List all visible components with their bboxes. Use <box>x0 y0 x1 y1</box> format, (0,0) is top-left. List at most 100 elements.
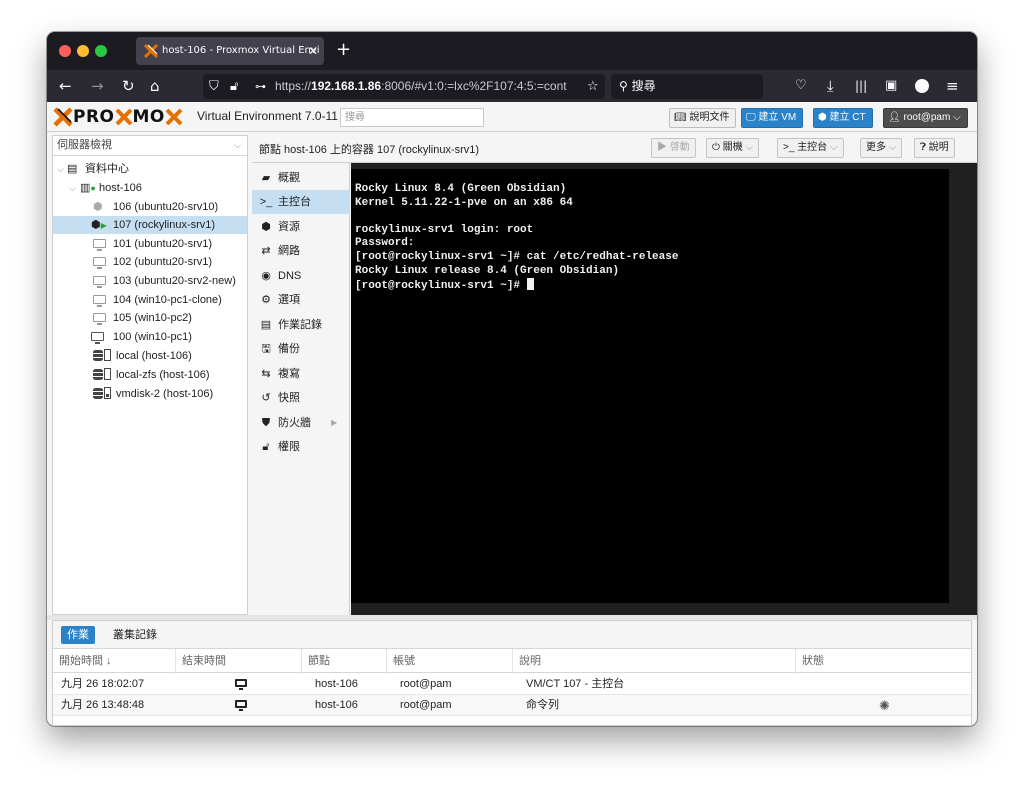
tree-item-storage-vmdisk-2[interactable]: vmdisk-2 (host-106) <box>53 385 247 403</box>
resource-tree: 伺服器檢視 ⌵ ⌵ ▤ 資料中心 ⌵ ▥● host-106 ⬢ 106 (ub… <box>52 135 248 615</box>
menu-item-permissions[interactable]: 🔓︎ 權限 <box>252 435 350 459</box>
chevron-down-icon: ⌵ <box>745 142 754 153</box>
tree-item-vm-100[interactable]: 100 (win10-pc1) <box>53 328 247 346</box>
tree-item-datacenter[interactable]: ⌵ ▤ 資料中心 <box>53 160 247 178</box>
server-online-icon: ▥● <box>80 182 96 194</box>
tab-tasks[interactable]: 作業 <box>61 626 95 644</box>
table-row[interactable]: 九月 26 13:48:48 host-106 root@pam 命令列 ✺ <box>53 695 971 716</box>
logo-text-mo: MO <box>132 107 165 127</box>
terminal-icon: >_ <box>259 196 273 208</box>
shield-icon: ⛊ <box>261 417 271 429</box>
menu-item-backup[interactable]: 🖫︎ 備份 <box>252 337 350 361</box>
menu-item-replication[interactable]: ⇆ 複寫 <box>252 362 350 386</box>
reload-icon[interactable]: ↻ <box>122 75 135 97</box>
start-button[interactable]: ▶ 啓動 <box>651 138 696 158</box>
console-terminal[interactable]: Rocky Linux 8.4 (Green Obsidian) Kernel 5… <box>351 169 949 603</box>
col-status[interactable]: 狀態 <box>796 649 971 673</box>
col-description[interactable]: 說明 <box>513 649 796 673</box>
vm-stopped-icon <box>93 272 106 290</box>
spinner-icon: ✺ <box>879 698 890 713</box>
close-window-button[interactable] <box>59 45 71 57</box>
forward-arrow-icon[interactable]: → <box>91 75 104 97</box>
view-selector[interactable]: 伺服器檢視 ⌵ <box>53 136 247 156</box>
storage-icon <box>93 385 111 403</box>
proxmox-logo: PRO MO <box>53 106 183 128</box>
shield-icon[interactable]: ⛉ <box>209 74 219 99</box>
book-icon: 📖︎ <box>674 112 690 123</box>
new-tab-button[interactable]: + <box>336 38 351 62</box>
console-button[interactable]: >_ 主控台 ⌵ <box>777 138 844 158</box>
menu-item-resources[interactable]: ⬢ 資源 <box>252 215 350 239</box>
url-text[interactable]: https://192.168.1.86:8006/#v1:0:=lxc%2F1… <box>275 74 575 99</box>
col-node[interactable]: 節點 <box>302 649 387 673</box>
help-button[interactable]: ❓︎ 說明 <box>914 138 955 158</box>
maximize-window-button[interactable] <box>95 45 107 57</box>
key-icon[interactable]: ⊶ <box>255 74 266 99</box>
tree-item-storage-local-zfs[interactable]: local-zfs (host-106) <box>53 366 247 384</box>
col-end-time[interactable]: 結束時間 <box>176 649 302 673</box>
chevron-down-icon: ⌵ <box>953 112 961 123</box>
terminal-line: Password: <box>355 237 415 250</box>
table-row[interactable]: 九月 26 18:02:07 host-106 root@pam VM/CT 1… <box>53 674 971 695</box>
menu-icon[interactable]: ≡ <box>946 75 959 97</box>
library-icon[interactable]: ||| <box>855 75 867 97</box>
search-icon: ⚲ <box>619 79 632 93</box>
book-icon: ▰ <box>261 172 271 184</box>
desktop-icon: 🖵︎ <box>746 112 759 123</box>
task-description: 命令列 <box>526 699 559 711</box>
docs-button[interactable]: 📖︎ 說明文件 <box>669 108 737 128</box>
logo-x-mid-icon <box>115 108 132 126</box>
create-vm-button[interactable]: 🖵︎ 建立 VM <box>741 108 804 128</box>
shutdown-button[interactable]: ⏻ 關機 ⌵ <box>706 138 760 158</box>
create-ct-button[interactable]: ⬢ 建立 CT <box>813 108 873 128</box>
tree-item-node[interactable]: ⌵ ▥● host-106 <box>53 179 247 197</box>
vm-template-icon <box>91 328 104 346</box>
task-description: VM/CT 107 - 主控台 <box>526 678 625 690</box>
account-icon[interactable] <box>915 79 929 93</box>
menu-item-snapshots[interactable]: ↺ 快照 <box>252 386 350 410</box>
menu-item-summary[interactable]: ▰ 概觀 <box>252 166 350 190</box>
tree-item-storage-local[interactable]: local (host-106) <box>53 347 247 365</box>
user-menu-button[interactable]: 👤︎ root@pam ⌵ <box>883 108 968 128</box>
tab-close-icon[interactable]: ✕ <box>308 37 318 65</box>
back-arrow-icon[interactable]: ← <box>59 75 72 97</box>
tree-item-vm-105[interactable]: 105 (win10-pc2) <box>53 309 247 327</box>
minimize-window-button[interactable] <box>77 45 89 57</box>
col-start-time[interactable]: 開始時間 ↓ <box>53 649 176 673</box>
header-search-input[interactable]: 搜尋 <box>340 108 484 127</box>
tree-item-vm-103[interactable]: 103 (ubuntu20-srv2-new) <box>53 272 247 290</box>
url-bar[interactable]: ⛉ 🔓︎ ⊶ https://192.168.1.86:8006/#v1:0:=… <box>203 74 605 99</box>
browser-window: host-106 - Proxmox Virtual Envi ✕ + ← → … <box>47 32 977 726</box>
browser-tab[interactable]: host-106 - Proxmox Virtual Envi ✕ <box>136 37 324 65</box>
vm-stopped-icon <box>93 291 106 309</box>
menu-item-options[interactable]: ⚙ 選項 <box>252 288 350 312</box>
more-button[interactable]: 更多 ⌵ <box>860 138 903 158</box>
download-icon[interactable]: ⤓ <box>827 75 834 97</box>
question-icon: ❓︎ <box>920 142 929 153</box>
tree-item-ct-106[interactable]: ⬢ 106 (ubuntu20-srv10) <box>53 198 247 216</box>
browser-search-input[interactable]: ⚲ 搜尋 <box>611 74 763 99</box>
tab-cluster-log[interactable]: 叢集記錄 <box>107 626 163 644</box>
menu-item-console[interactable]: >_ 主控台 <box>252 190 350 214</box>
vm-stopped-icon <box>93 235 106 253</box>
tree-item-vm-102[interactable]: 102 (ubuntu20-srv1) <box>53 253 247 271</box>
col-user[interactable]: 帳號 <box>387 649 513 673</box>
tree-item-vm-101[interactable]: 101 (ubuntu20-srv1) <box>53 235 247 253</box>
tree-item-ct-107[interactable]: ⬢▶ 107 (rockylinux-srv1) <box>53 216 247 234</box>
proxmox-favicon-icon <box>144 44 158 58</box>
bookmark-star-icon[interactable]: ☆ <box>587 74 599 99</box>
resource-menu: ▰ 概觀 >_ 主控台 ⬢ 資源 ⇄ 網路 ◉ DNS ⚙ 選項 ▤ 作業記錄 🖫︎ 備份 ⇆ 複… <box>252 163 350 615</box>
pocket-icon[interactable]: ♡ <box>795 75 807 97</box>
menu-item-dns[interactable]: ◉ DNS <box>252 264 350 288</box>
menu-item-task-history[interactable]: ▤ 作業記錄 <box>252 313 350 337</box>
tree-item-vm-104[interactable]: 104 (win10-pc1-clone) <box>53 291 247 309</box>
lock-warning-icon[interactable]: 🔓︎ <box>230 74 238 99</box>
sidebar-icon[interactable]: ▣ <box>885 75 897 97</box>
menu-item-network[interactable]: ⇄ 網路 <box>252 239 350 263</box>
play-icon: ▶ <box>657 142 670 153</box>
menu-item-firewall[interactable]: ⛊ 防火牆 ▶ <box>252 411 350 435</box>
exchange-icon: ⇄ <box>261 245 271 257</box>
home-icon[interactable]: ⌂ <box>150 75 160 97</box>
proxmox-x-icon <box>53 107 73 127</box>
collapse-icon: ⌵ <box>69 183 76 193</box>
